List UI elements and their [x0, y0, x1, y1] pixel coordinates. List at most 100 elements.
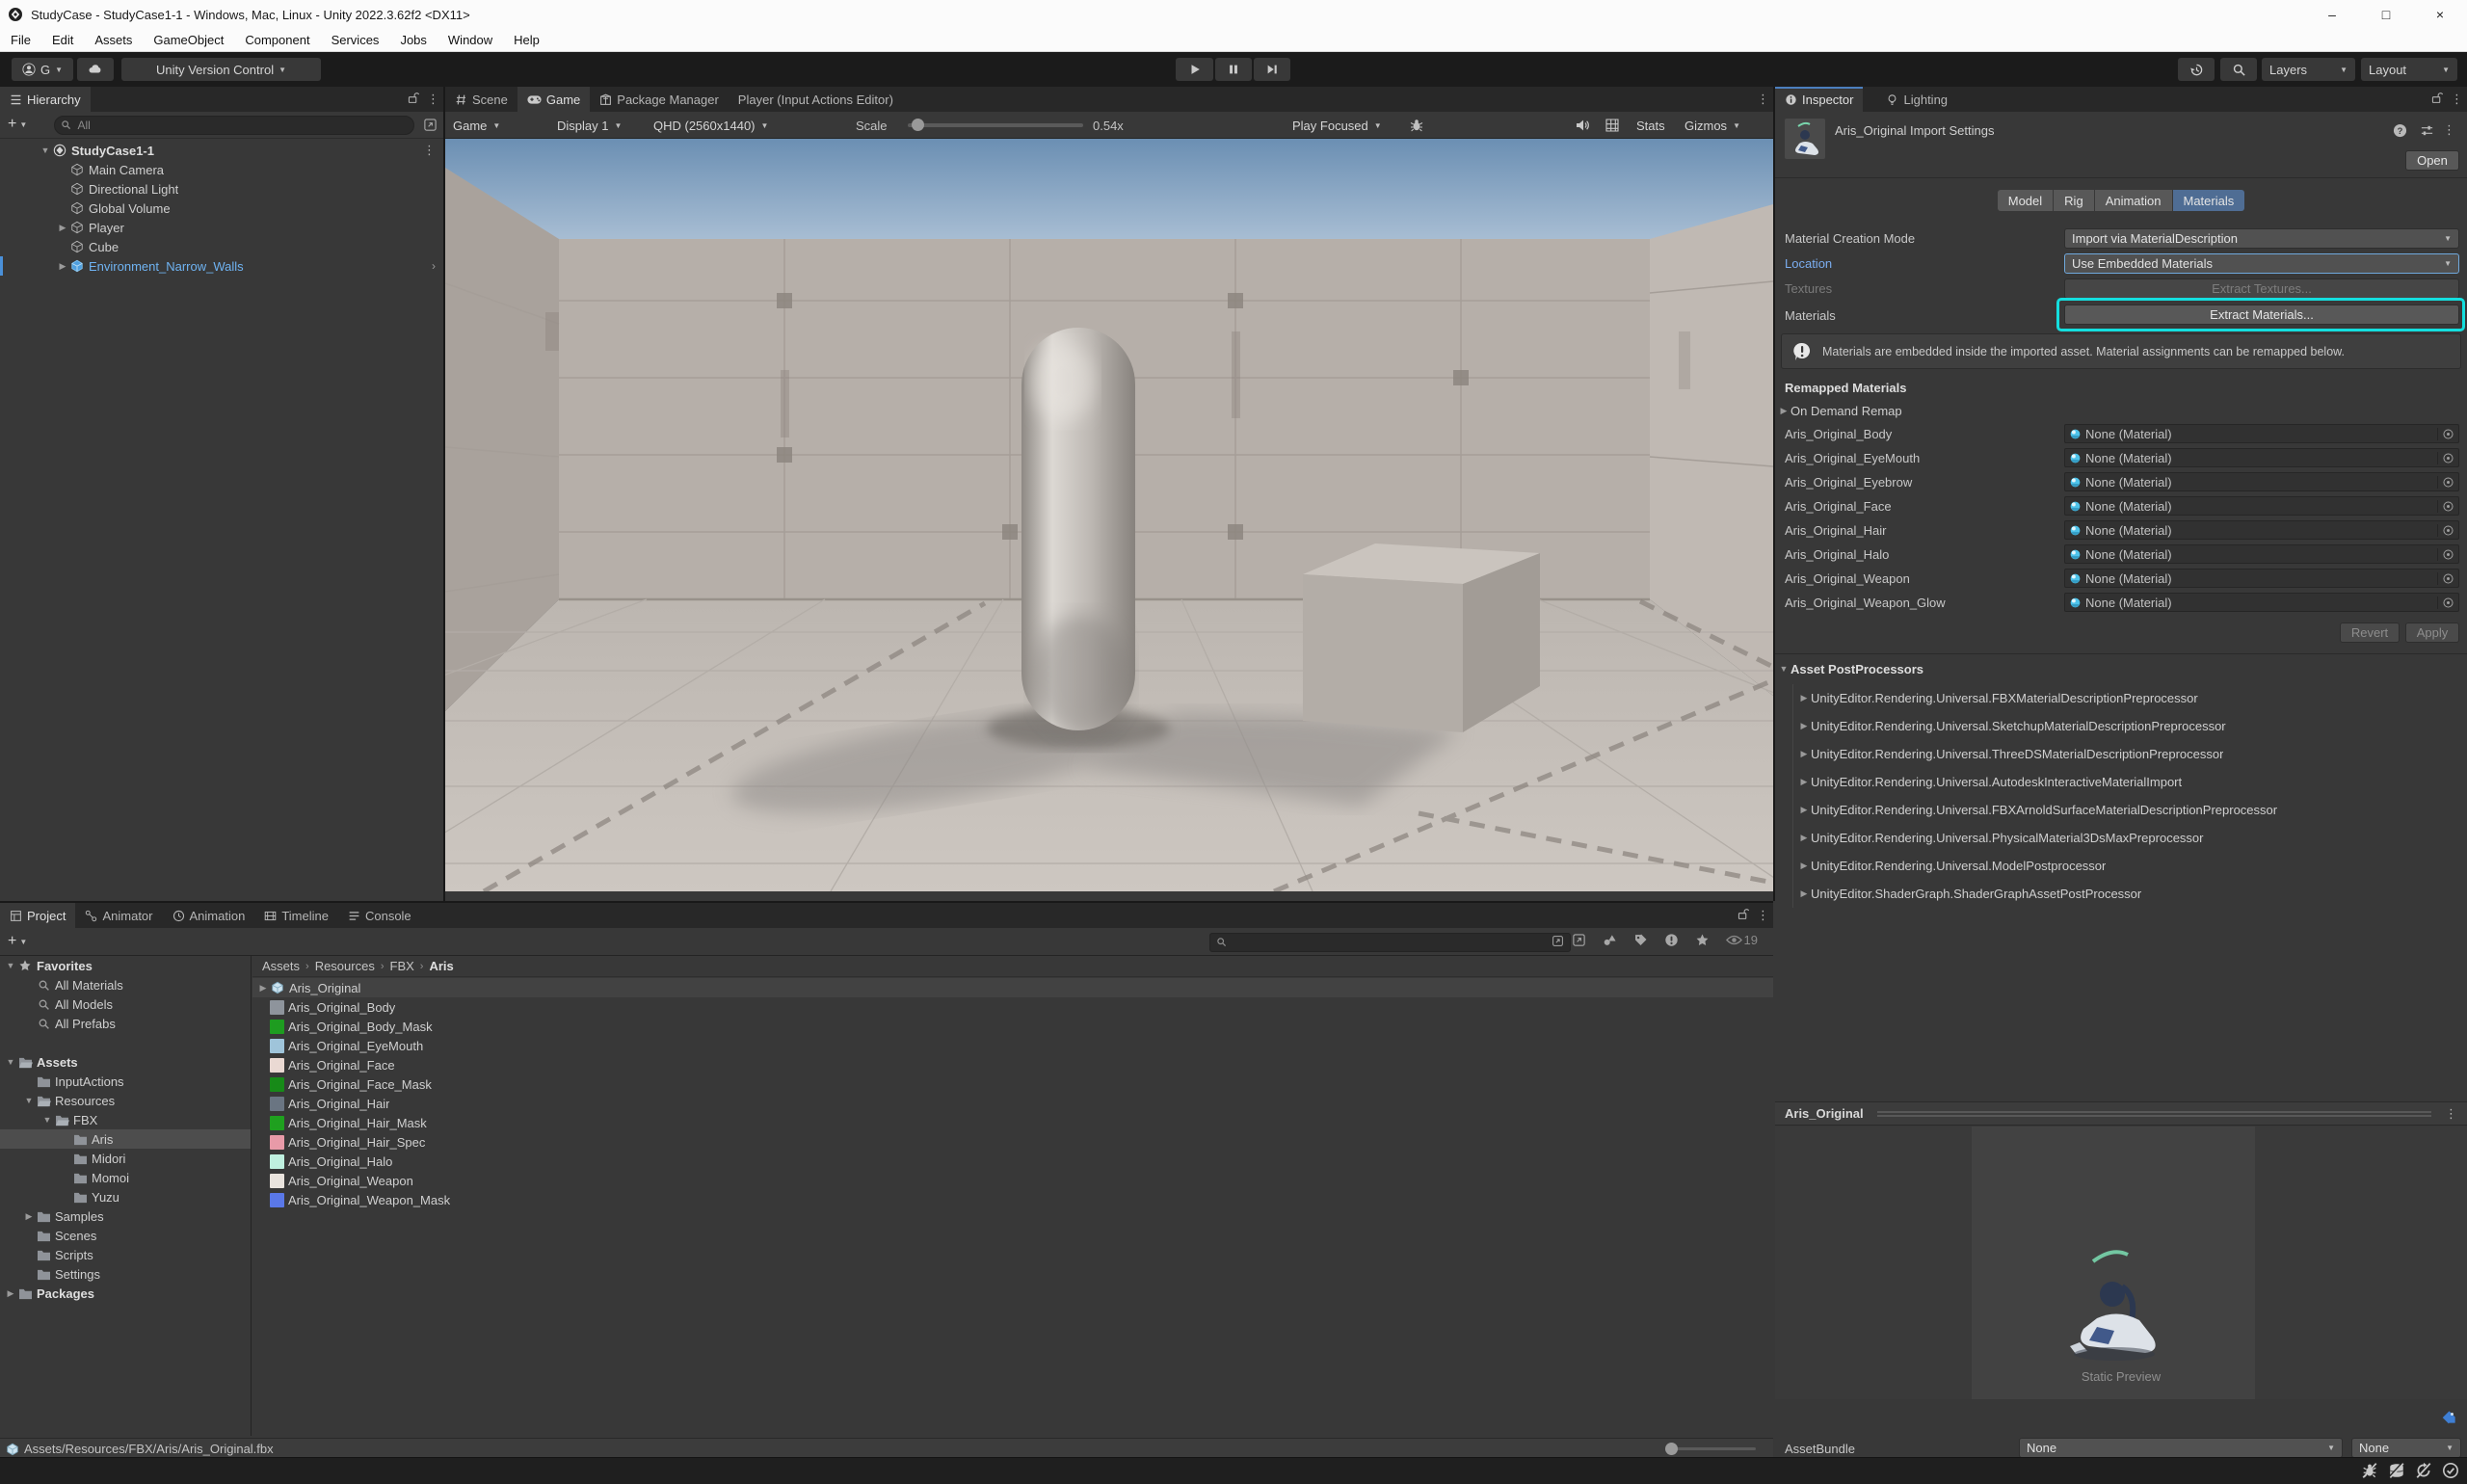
tab-lighting[interactable]: Lighting — [1876, 87, 1957, 112]
thumbnail-size-slider[interactable] — [1669, 1447, 1756, 1450]
row-menu-icon[interactable]: ⋮ — [423, 143, 436, 158]
postprocessor-item[interactable]: ▶UnityEditor.Rendering.Universal.Physica… — [1797, 824, 2461, 852]
tree-item-samples[interactable]: ▶Samples — [0, 1206, 251, 1226]
tree-item-all-models[interactable]: All Models — [0, 994, 251, 1014]
resolution-dropdown[interactable]: QHD (2560x1440)▼ — [653, 112, 768, 139]
foldout-right-icon[interactable]: ▶ — [1797, 777, 1811, 787]
unlock-icon[interactable] — [407, 92, 419, 107]
hierarchy-search-input[interactable] — [75, 118, 408, 133]
tree-item-scenes[interactable]: Scenes — [0, 1226, 251, 1245]
asset-labels-icon[interactable] — [2441, 1409, 2457, 1428]
pause-button[interactable] — [1215, 58, 1252, 81]
menu-gameobject[interactable]: GameObject — [143, 29, 234, 52]
foldout-right-icon[interactable]: ▶ — [56, 223, 69, 233]
help-icon[interactable]: ? — [2393, 123, 2407, 141]
tab-game[interactable]: Game — [517, 87, 590, 112]
tree-item-scripts[interactable]: Scripts — [0, 1245, 251, 1264]
remap-field-aris_original_hair[interactable]: None (Material) — [2064, 520, 2459, 540]
breadcrumb-assets[interactable]: Assets — [262, 959, 300, 973]
foldout-right-icon[interactable]: ▶ — [22, 1211, 36, 1222]
location-dropdown[interactable]: Use Embedded Materials▼ — [2064, 253, 2459, 274]
cloud-button[interactable] — [77, 58, 114, 81]
layers-dropdown[interactable]: Layers ▼ — [2262, 58, 2355, 81]
tree-item-settings[interactable]: Settings — [0, 1264, 251, 1284]
menu-help[interactable]: Help — [503, 29, 550, 52]
visible-count[interactable]: 19 — [1726, 933, 1758, 947]
object-picker-icon[interactable] — [2437, 548, 2454, 561]
object-picker-icon[interactable] — [2437, 476, 2454, 489]
open-in-search-icon[interactable] — [423, 118, 438, 135]
tab-console[interactable]: Console — [338, 903, 421, 928]
play-button[interactable] — [1176, 58, 1213, 81]
tree-item-aris-original-hair-spec[interactable]: Aris_Original_Hair_Spec — [252, 1132, 1773, 1152]
open-in-search-icon[interactable] — [1572, 933, 1586, 947]
maximize-button[interactable]: □ — [2359, 0, 2413, 29]
tree-item-aris-original-body[interactable]: Aris_Original_Body — [252, 997, 1773, 1017]
tree-item-all-prefabs[interactable]: All Prefabs — [0, 1014, 251, 1033]
postprocessor-item[interactable]: ▶UnityEditor.Rendering.Universal.ThreeDS… — [1797, 740, 2461, 768]
import-tab-animation[interactable]: Animation — [2095, 190, 2172, 211]
assetbundle-variant-dropdown[interactable]: None▼ — [2351, 1438, 2461, 1458]
tree-item-global-volume[interactable]: Global Volume — [0, 199, 443, 218]
on-demand-remap-foldout[interactable]: ▶ On Demand Remap — [1775, 401, 2467, 420]
tree-item-assets[interactable]: ▼Assets — [0, 1052, 251, 1072]
import-tab-model[interactable]: Model — [1998, 190, 2053, 211]
bug-icon[interactable] — [1409, 112, 1424, 139]
tree-item-favorites[interactable]: ▼Favorites — [0, 956, 251, 975]
filter-by-label-icon[interactable] — [1633, 933, 1648, 947]
progress-complete-icon[interactable] — [2442, 1462, 2459, 1479]
tree-item-aris-original-hair-mask[interactable]: Aris_Original_Hair_Mask — [252, 1113, 1773, 1132]
postprocessor-item[interactable]: ▶UnityEditor.Rendering.Universal.FBXMate… — [1797, 684, 2461, 712]
object-picker-icon[interactable] — [2437, 452, 2454, 464]
object-picker-icon[interactable] — [2437, 500, 2454, 513]
header-menu-icon[interactable]: ⋮ — [2443, 122, 2455, 138]
menu-assets[interactable]: Assets — [84, 29, 143, 52]
view-dropdown[interactable]: Game▼ — [453, 112, 500, 139]
layout-dropdown[interactable]: Layout ▼ — [2361, 58, 2457, 81]
extract-materials-button[interactable]: Extract Materials... — [2064, 305, 2459, 325]
remap-field-aris_original_face[interactable]: None (Material) — [2064, 496, 2459, 516]
remap-field-aris_original_body[interactable]: None (Material) — [2064, 424, 2459, 443]
menu-edit[interactable]: Edit — [41, 29, 84, 52]
tree-item-packages[interactable]: ▶Packages — [0, 1284, 251, 1303]
foldout-right-icon[interactable]: ▶ — [1797, 749, 1811, 759]
tab-player-input-actions-editor-[interactable]: Player (Input Actions Editor) — [729, 87, 903, 112]
remap-field-aris_original_weapon[interactable]: None (Material) — [2064, 569, 2459, 588]
scale-slider-thumb[interactable] — [912, 119, 924, 131]
tab-hierarchy[interactable]: Hierarchy — [0, 87, 91, 112]
postprocessor-item[interactable]: ▶UnityEditor.ShaderGraph.ShaderGraphAsse… — [1797, 880, 2461, 908]
tree-item-directional-light[interactable]: Directional Light — [0, 179, 443, 199]
tab-scene[interactable]: Scene — [445, 87, 517, 112]
tree-item-momoi[interactable]: Momoi — [0, 1168, 251, 1187]
import-tab-materials[interactable]: Materials — [2173, 190, 2245, 211]
foldout-down-icon[interactable]: ▼ — [40, 1115, 54, 1125]
tree-item-aris-original-face[interactable]: Aris_Original_Face — [252, 1055, 1773, 1074]
tab-project[interactable]: Project — [0, 903, 75, 928]
minimize-button[interactable]: – — [2305, 0, 2359, 29]
open-in-search-icon[interactable] — [1552, 935, 1564, 950]
foldout-right-icon[interactable]: ▶ — [1797, 833, 1811, 843]
tree-item-player[interactable]: ▶Player — [0, 218, 443, 237]
object-picker-icon[interactable] — [2437, 572, 2454, 585]
unlock-icon[interactable] — [2430, 92, 2443, 107]
step-button[interactable] — [1254, 58, 1290, 81]
tab-animation[interactable]: Animation — [163, 903, 255, 928]
stats-toggle[interactable]: Stats — [1636, 112, 1665, 139]
play-focused-dropdown[interactable]: Play Focused▼ — [1292, 112, 1382, 139]
cache-disabled-icon[interactable] — [2388, 1462, 2405, 1479]
asset-postprocessors-foldout[interactable]: ▼ Asset PostProcessors — [1775, 659, 2467, 678]
foldout-right-icon[interactable]: ▶ — [1797, 888, 1811, 899]
tree-item-resources[interactable]: ▼Resources — [0, 1091, 251, 1110]
tree-item-aris-original-face-mask[interactable]: Aris_Original_Face_Mask — [252, 1074, 1773, 1094]
remap-field-aris_original_weapon_glow[interactable]: None (Material) — [2064, 593, 2459, 612]
tree-item-aris-original-weapon-mask[interactable]: Aris_Original_Weapon_Mask — [252, 1190, 1773, 1209]
import-tab-rig[interactable]: Rig — [2054, 190, 2094, 211]
object-picker-icon[interactable] — [2437, 596, 2454, 609]
foldout-right-icon[interactable]: ▶ — [1797, 805, 1811, 815]
tree-item-aris-original-eyemouth[interactable]: Aris_Original_EyeMouth — [252, 1036, 1773, 1055]
presets-icon[interactable] — [2420, 123, 2434, 141]
mute-audio-icon[interactable] — [1575, 112, 1590, 139]
tree-item-studycase1-1[interactable]: ▼StudyCase1-1⋮ — [0, 141, 443, 160]
auto-refresh-disabled-icon[interactable] — [2415, 1462, 2432, 1479]
panel-menu-icon[interactable]: ⋮ — [1757, 92, 1769, 107]
